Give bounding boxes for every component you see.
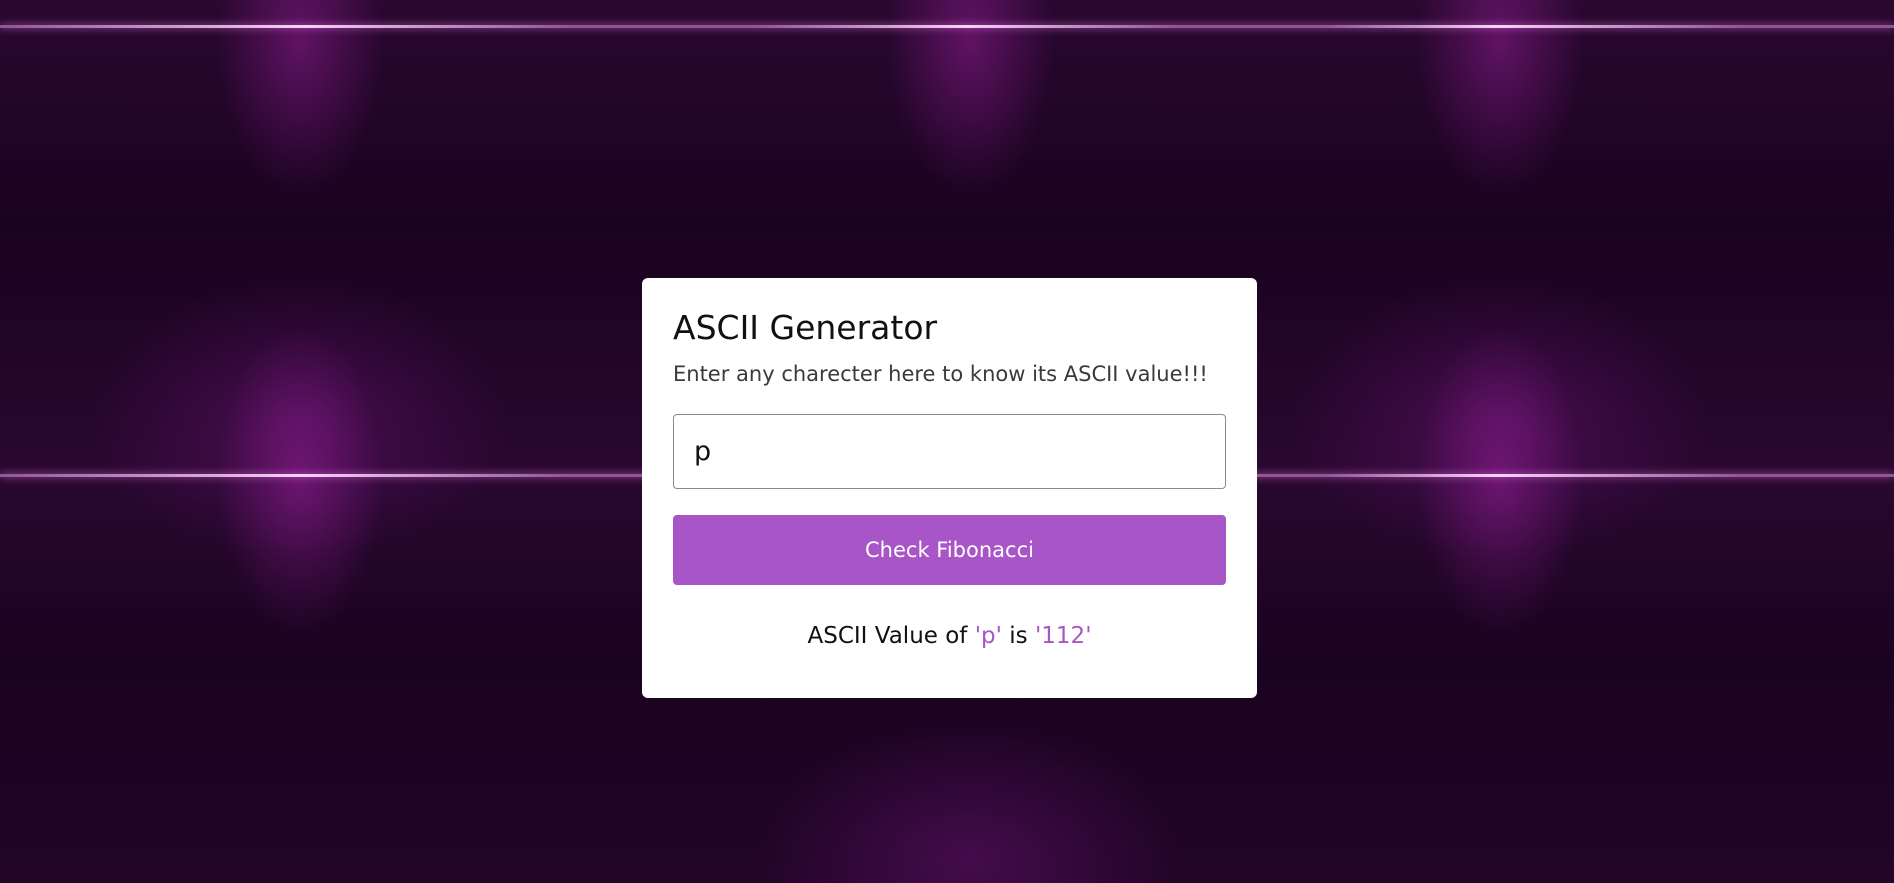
result-value: '112': [1034, 622, 1092, 649]
result-text: ASCII Value of 'p' is '112': [673, 623, 1226, 649]
check-button[interactable]: Check Fibonacci: [673, 514, 1226, 585]
ascii-generator-card: ASCII Generator Enter any charecter here…: [642, 278, 1257, 698]
result-middle: is: [1001, 622, 1035, 649]
background-glow-line: [0, 25, 1894, 28]
card-title: ASCII Generator: [673, 308, 938, 347]
character-input[interactable]: [673, 413, 1226, 489]
result-prefix: ASCII Value of: [807, 622, 975, 649]
result-character: 'p': [974, 622, 1002, 649]
card-subtitle: Enter any charecter here to know its ASC…: [673, 361, 1208, 386]
